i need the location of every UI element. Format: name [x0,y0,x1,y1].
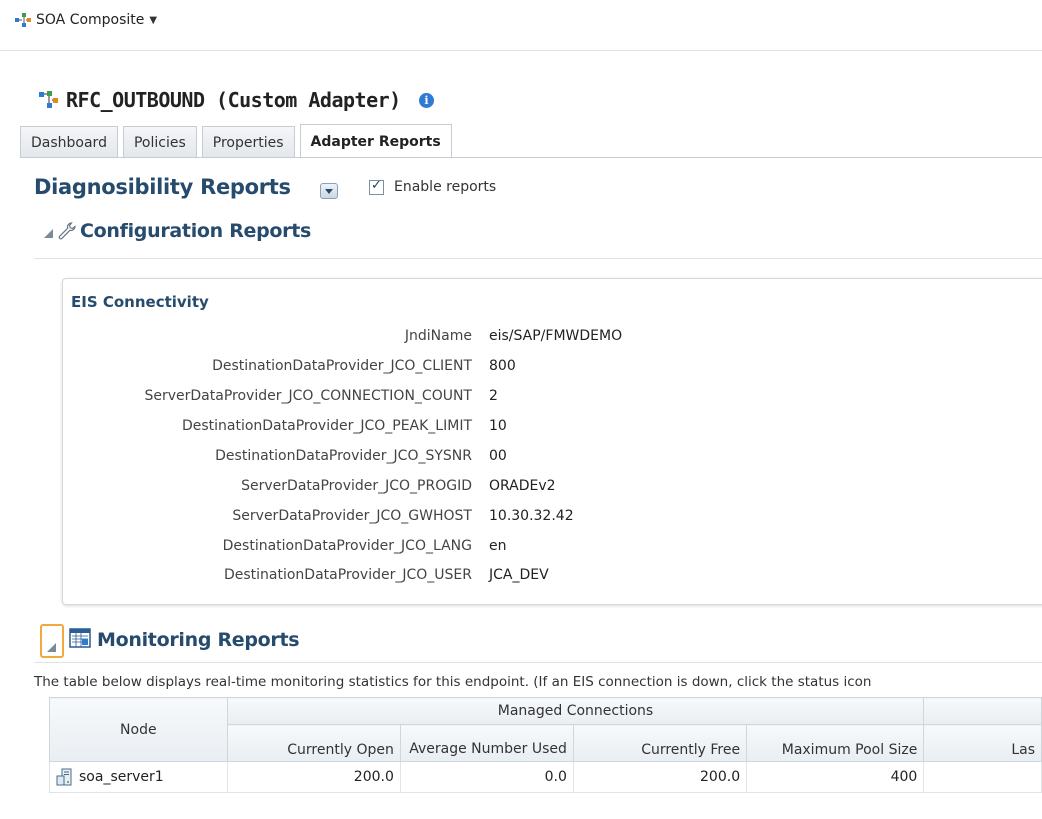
configuration-reports-title: Configuration Reports [80,220,312,242]
prop-value-jco-user: JCA_DEV [489,567,549,583]
column-header-maximum-pool-size[interactable]: Maximum Pool Size [746,724,925,762]
prop-value-jco-progid: ORADEv2 [489,478,556,494]
prop-label-jco-peak-limit: DestinationDataProvider_JCO_PEAK_LIMIT [181,418,472,434]
prop-value-jco-lang: en [489,538,507,554]
cell-maximum-pool-size: 400 [746,761,925,793]
prop-label-jco-connection-count: ServerDataProvider_JCO_CONNECTION_COUNT [144,388,472,404]
monitoring-table: Node Managed Connections Currently Open … [49,697,1042,793]
monitoring-reports-title: Monitoring Reports [97,629,300,651]
diagnosibility-dropdown-button[interactable] [320,183,338,199]
prop-value-jco-client: 800 [489,358,516,374]
composite-icon [15,13,31,27]
column-header-currently-open[interactable]: Currently Open [226,724,401,762]
column-header-currently-free[interactable]: Currently Free [572,724,748,762]
cell-average-number-used: 0.0 [399,761,574,793]
prop-value-jndiname: eis/SAP/FMWDEMO [489,328,623,344]
tab-divider [20,157,1042,158]
tab-policies[interactable]: Policies [122,126,197,158]
prop-label-jndiname: JndiName [404,328,472,344]
enable-reports-checkbox[interactable] [369,178,384,195]
prop-label-jco-lang: DestinationDataProvider_JCO_LANG [222,538,472,554]
column-header-average-number-used[interactable]: Average Number Used [399,724,574,762]
table-row: soa_server1 200.0 0.0 200.0 400 [49,761,1042,793]
prop-label-jco-client: DestinationDataProvider_JCO_CLIENT [212,358,472,374]
disclosure-expanded-icon[interactable] [44,228,53,238]
soa-composite-menu[interactable]: SOA Composite ▼ [14,12,157,28]
column-group-empty [923,697,1042,725]
configuration-reports-header[interactable]: Configuration Reports [44,220,311,242]
tab-adapter-reports[interactable]: Adapter Reports [299,124,452,158]
node-name: soa_server1 [79,769,164,785]
enable-reports-label[interactable]: Enable reports [394,179,496,195]
soa-composite-label: SOA Composite [36,12,145,28]
prop-label-jco-user: DestinationDataProvider_JCO_USER [223,567,472,583]
prop-label-jco-sysnr: DestinationDataProvider_JCO_SYSNR [215,448,472,464]
cell-currently-open: 200.0 [226,761,401,793]
diagnosibility-title: Diagnosibility Reports [34,175,291,199]
prop-value-jco-connection-count: 2 [489,388,498,404]
prop-label-jco-progid: ServerDataProvider_JCO_PROGID [241,478,472,494]
eis-connectivity-title: EIS Connectivity [71,293,209,311]
info-icon[interactable]: i [418,92,434,108]
adapter-icon [39,91,58,108]
column-header-node[interactable]: Node [49,697,228,762]
node-cell[interactable]: soa_server1 [49,761,228,793]
page-title: RFC_OUTBOUND (Custom Adapter) [66,88,401,112]
disclosure-expanded-icon [47,643,56,652]
wrench-icon [58,222,76,240]
chevron-down-icon: ▼ [149,14,158,26]
monitor-report-icon [69,628,91,648]
section-divider [34,662,1042,663]
prop-label-jco-gwhost: ServerDataProvider_JCO_GWHOST [232,508,472,524]
prop-value-jco-peak-limit: 10 [489,418,507,434]
monitoring-description: The table below displays real-time monit… [34,674,872,690]
page-title-row: RFC_OUTBOUND (Custom Adapter) i [38,88,434,112]
tab-dashboard[interactable]: Dashboard [20,126,118,158]
cell-currently-free: 200.0 [572,761,748,793]
section-divider [34,258,1042,259]
tab-bar: Dashboard Policies Properties Adapter Re… [20,124,457,158]
column-group-managed-connections: Managed Connections [226,697,925,725]
cell-last [923,761,1042,793]
prop-value-jco-gwhost: 10.30.32.42 [489,508,574,524]
server-icon [56,768,72,786]
tab-properties[interactable]: Properties [201,126,295,158]
prop-value-jco-sysnr: 00 [489,448,507,464]
column-header-last[interactable]: Las [923,724,1042,762]
monitoring-disclosure-toggle[interactable] [40,624,64,658]
